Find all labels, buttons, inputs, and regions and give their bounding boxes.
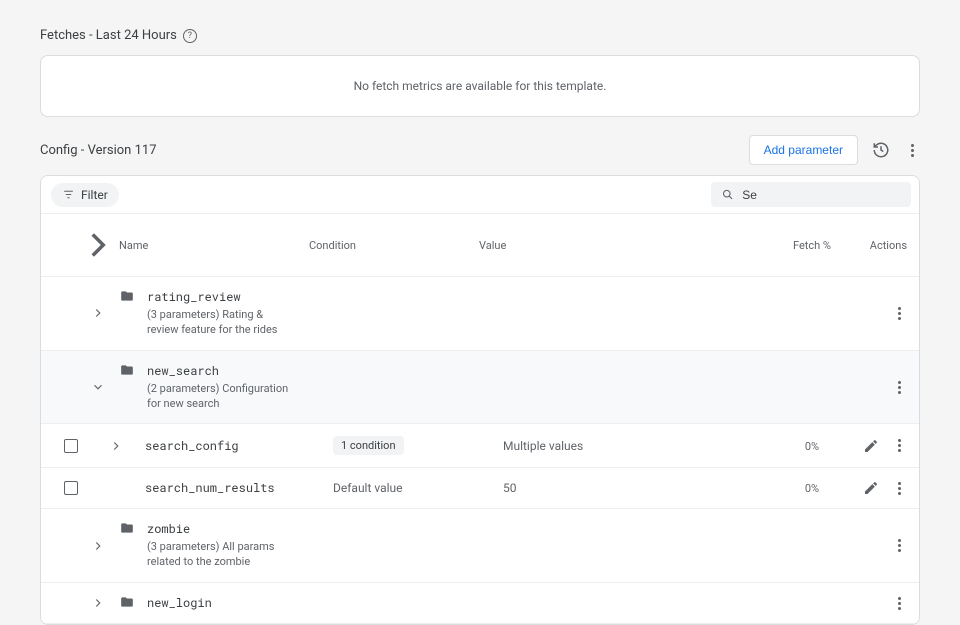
more-icon[interactable] (904, 142, 920, 158)
folder-icon (119, 521, 135, 535)
config-actions: Add parameter (749, 135, 920, 165)
param-value: Multiple values (503, 439, 583, 453)
row-more-icon[interactable] (891, 595, 907, 611)
fetches-empty-card: No fetch metrics are available for this … (40, 55, 920, 117)
expand-toggle[interactable] (77, 539, 119, 553)
config-table: Filter Name Condition Value Fetch % Acti… (40, 175, 920, 625)
group-name: zombie (147, 521, 297, 537)
row-more-icon[interactable] (891, 438, 907, 454)
group-name: rating_review (147, 289, 297, 305)
group-row[interactable]: zombie (3 parameters) All params related … (41, 509, 919, 583)
config-header-bar: Config - Version 117 Add parameter (40, 135, 920, 165)
condition-chip[interactable]: 1 condition (333, 436, 404, 455)
group-name: new_search (147, 363, 297, 379)
folder-icon (119, 363, 135, 377)
history-icon[interactable] (872, 141, 890, 159)
col-header-actions: Actions (847, 239, 919, 252)
chevron-down-icon (91, 380, 105, 394)
col-header-fetch: Fetch % (777, 239, 847, 252)
param-name: search_num_results (145, 480, 275, 496)
col-header-condition: Condition (309, 239, 479, 252)
filter-label: Filter (81, 188, 108, 202)
fetches-empty-text: No fetch metrics are available for this … (354, 79, 607, 93)
row-more-icon[interactable] (891, 538, 907, 554)
expand-toggle[interactable] (77, 596, 119, 610)
expand-toggle[interactable] (77, 380, 119, 394)
row-more-icon[interactable] (891, 379, 907, 395)
folder-icon (119, 289, 135, 303)
fetches-header: Fetches - Last 24 Hours ? (40, 28, 920, 43)
group-name: new_login (147, 595, 212, 611)
search-box[interactable] (711, 182, 911, 207)
search-icon (721, 187, 734, 202)
chevron-right-icon (91, 306, 105, 320)
chevron-right-icon (91, 596, 105, 610)
help-icon[interactable]: ? (183, 29, 197, 43)
group-row[interactable]: rating_review (3 parameters) Rating & rev… (41, 277, 919, 351)
table-toolbar: Filter (41, 176, 919, 214)
filter-chip[interactable]: Filter (51, 183, 119, 207)
param-value: 50 (503, 481, 517, 495)
group-desc: (3 parameters) All params related to the… (147, 540, 297, 570)
chevron-right-icon (109, 439, 123, 453)
param-row[interactable]: search_num_results Default value 50 0% (41, 468, 919, 509)
group-desc: (3 parameters) Rating & review feature f… (147, 308, 297, 338)
expand-toggle[interactable] (89, 439, 143, 453)
row-checkbox[interactable] (64, 481, 78, 495)
folder-icon (119, 595, 135, 609)
param-name: search_config (145, 438, 239, 454)
group-row[interactable]: new_search (2 parameters) Configuration f… (41, 351, 919, 425)
row-checkbox[interactable] (64, 439, 78, 453)
col-header-name: Name (119, 239, 309, 252)
group-row[interactable]: new_login (41, 583, 919, 624)
param-row[interactable]: search_config 1 condition Multiple values 0… (41, 424, 919, 468)
fetch-percent: 0% (805, 440, 819, 453)
search-input[interactable] (742, 188, 901, 202)
filter-icon (62, 188, 75, 201)
config-title: Config - Version 117 (40, 143, 157, 158)
edit-icon[interactable] (863, 480, 879, 496)
edit-icon[interactable] (863, 438, 879, 454)
expand-all-toggle[interactable] (77, 224, 119, 266)
fetches-title: Fetches - Last 24 Hours (40, 28, 177, 43)
group-desc: (2 parameters) Configuration for new sea… (147, 382, 297, 412)
expand-toggle[interactable] (77, 306, 119, 320)
row-more-icon[interactable] (891, 305, 907, 321)
fetch-percent: 0% (805, 482, 819, 495)
row-more-icon[interactable] (891, 480, 907, 496)
add-parameter-button[interactable]: Add parameter (749, 135, 858, 165)
table-header-row: Name Condition Value Fetch % Actions (41, 214, 919, 277)
chevron-right-icon (91, 539, 105, 553)
condition-text: Default value (333, 481, 403, 495)
chevron-right-icon (77, 224, 119, 266)
col-header-value: Value (479, 239, 777, 252)
